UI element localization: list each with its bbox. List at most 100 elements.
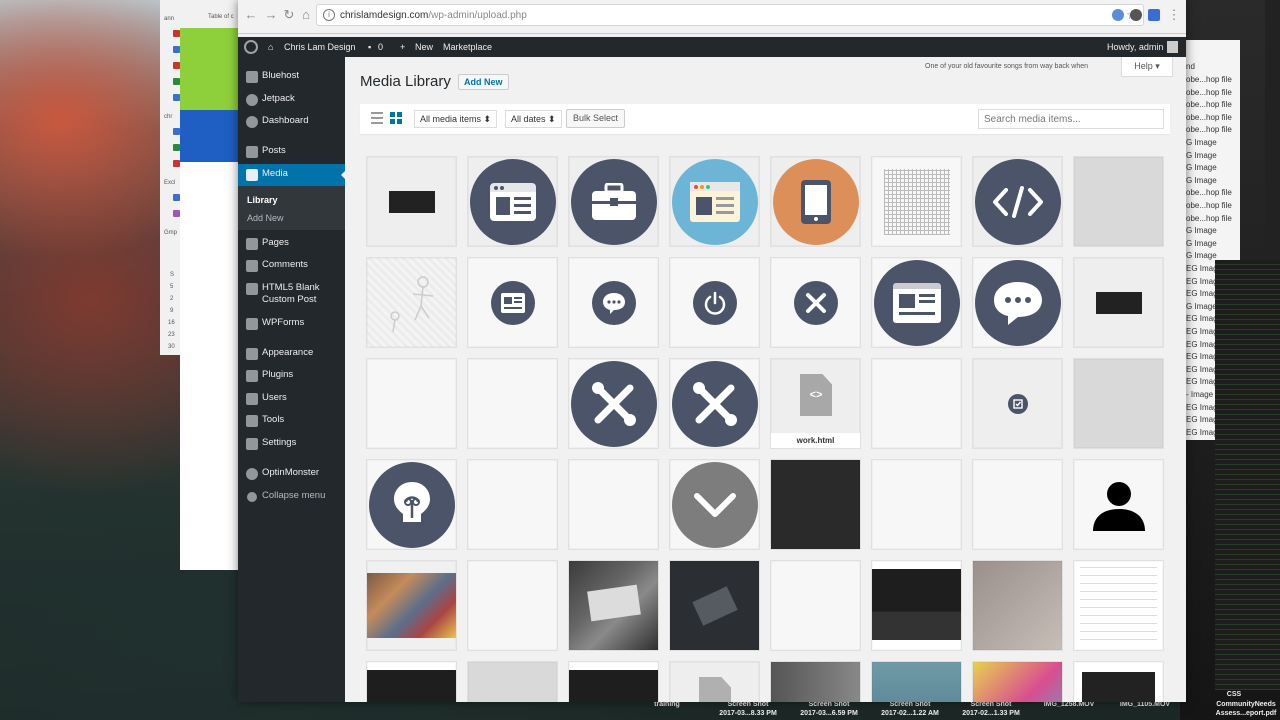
media-thumbnail[interactable] (669, 560, 760, 651)
media-thumbnail[interactable] (1073, 156, 1164, 247)
home-icon[interactable]: ⌂ (299, 8, 313, 22)
media-type-filter[interactable]: All media items ⬍ (414, 110, 498, 128)
media-thumbnail[interactable] (1073, 661, 1164, 702)
sidebar-item-jetpack[interactable]: Jetpack (238, 89, 345, 111)
sidebar-item-plugins[interactable]: Plugins (238, 365, 345, 387)
media-thumbnail[interactable] (669, 156, 760, 247)
desktop-file-label[interactable]: Screen Shot 2017-03...6.59 PM (795, 700, 863, 718)
media-thumbnail[interactable] (366, 358, 457, 449)
media-thumbnail[interactable] (467, 560, 558, 651)
bg-checkbox[interactable] (173, 62, 180, 69)
media-thumbnail[interactable] (568, 358, 659, 449)
media-thumbnail[interactable] (467, 661, 558, 702)
media-thumbnail[interactable] (972, 560, 1063, 651)
media-thumbnail[interactable]: <> work.html (770, 358, 861, 449)
bg-file-list-item[interactable]: obe...hop file (1186, 113, 1232, 122)
desktop-file-label[interactable]: Screen Shot 2017-03...8.33 PM (714, 700, 782, 718)
extension-icon[interactable] (1112, 9, 1124, 21)
address-bar[interactable]: i chrislamdesign.com/wp-admin/upload.php… (316, 4, 1144, 26)
media-thumbnail[interactable] (669, 661, 760, 702)
sidebar-item-pages[interactable]: Pages (238, 233, 345, 255)
desktop-file-label[interactable]: CommunityNeeds Assess...eport.pdf (1212, 700, 1280, 718)
bg-file-list-item[interactable]: G Image (1186, 251, 1217, 260)
bg-checkbox[interactable] (173, 160, 180, 167)
media-thumbnail[interactable] (366, 156, 457, 247)
media-thumbnail[interactable] (972, 459, 1063, 550)
media-thumbnail[interactable] (669, 459, 760, 550)
desktop-file-label[interactable]: Screen Shot 2017-02...1.22 AM (876, 700, 944, 718)
sidebar-item-wpforms[interactable]: WPForms (238, 313, 345, 335)
media-thumbnail[interactable] (770, 156, 861, 247)
bg-file-list-item[interactable]: G Image (1186, 151, 1217, 160)
bg-checkbox[interactable] (173, 128, 180, 135)
site-info-icon[interactable]: i (323, 9, 335, 21)
bg-file-list-item[interactable]: obe...hop file (1186, 88, 1232, 97)
date-filter[interactable]: All dates ⬍ (505, 110, 562, 128)
media-thumbnail[interactable] (1073, 459, 1164, 550)
sidebar-item-bluehost[interactable]: Bluehost (238, 66, 345, 88)
media-thumbnail[interactable] (972, 661, 1063, 702)
desktop-file-label[interactable]: CSS (1214, 690, 1254, 699)
bg-file-list-item[interactable]: obe...hop file (1186, 125, 1232, 134)
collapse-menu-button[interactable]: Collapse menu (238, 486, 345, 508)
comments-count[interactable]: 0 (378, 42, 383, 52)
submenu-add-new[interactable]: Add New (247, 213, 284, 223)
media-thumbnail[interactable] (770, 661, 861, 702)
sidebar-item-media[interactable]: Media (238, 164, 346, 186)
sidebar-item-settings[interactable]: Settings (238, 433, 345, 455)
media-thumbnail[interactable] (972, 358, 1063, 449)
marketplace-link[interactable]: Marketplace (443, 42, 492, 52)
media-thumbnail[interactable] (871, 560, 962, 651)
media-thumbnail[interactable] (467, 156, 558, 247)
forward-icon[interactable]: → (264, 8, 278, 22)
bg-file-list-item[interactable]: obe...hop file (1186, 100, 1232, 109)
bg-file-list-item[interactable]: - Image (1186, 390, 1213, 399)
bg-file-list-item[interactable]: G Image (1186, 163, 1217, 172)
new-content-link[interactable]: New (415, 42, 433, 52)
bg-file-list-item[interactable]: G Image (1186, 302, 1217, 311)
media-thumbnail[interactable] (770, 560, 861, 651)
media-thumbnail[interactable] (568, 257, 659, 348)
media-thumbnail[interactable] (568, 560, 659, 651)
list-view-icon[interactable] (371, 112, 383, 124)
media-thumbnail[interactable] (467, 358, 558, 449)
bg-checkbox[interactable] (173, 94, 180, 101)
more-menu-icon[interactable]: ⋮ (1167, 8, 1181, 22)
media-thumbnail[interactable] (467, 459, 558, 550)
media-thumbnail[interactable] (568, 156, 659, 247)
bg-checkbox[interactable] (173, 78, 180, 85)
media-thumbnail[interactable] (467, 257, 558, 348)
media-thumbnail[interactable] (669, 358, 760, 449)
help-tab-button[interactable]: Help ▾ (1121, 57, 1173, 77)
bg-file-list-item[interactable]: obe...hop file (1186, 75, 1232, 84)
bg-file-list-item[interactable]: G Image (1186, 176, 1217, 185)
media-thumbnail[interactable] (871, 358, 962, 449)
reload-icon[interactable]: ↻ (282, 8, 296, 22)
bulk-select-button[interactable]: Bulk Select (566, 109, 626, 128)
grid-view-icon[interactable] (390, 112, 402, 124)
media-thumbnail[interactable] (1073, 257, 1164, 348)
sidebar-item-appearance[interactable]: Appearance (238, 343, 345, 365)
sidebar-item-optinmonster[interactable]: OptinMonster (238, 463, 345, 485)
bg-file-list-item[interactable]: G Image (1186, 239, 1217, 248)
wordpress-logo-icon[interactable] (244, 40, 258, 54)
bg-checkbox[interactable] (173, 30, 180, 37)
howdy-account-link[interactable]: Howdy, admin (1107, 42, 1163, 52)
media-thumbnail[interactable] (972, 156, 1063, 247)
media-thumbnail[interactable] (366, 661, 457, 702)
media-thumbnail[interactable] (366, 459, 457, 550)
add-new-button[interactable]: Add New (458, 74, 509, 90)
media-thumbnail[interactable] (366, 257, 457, 348)
bg-checkbox[interactable] (173, 194, 180, 201)
submenu-library[interactable]: Library (247, 195, 278, 205)
comments-icon[interactable]: ▪ (368, 42, 371, 52)
back-icon[interactable]: ← (244, 8, 258, 22)
media-thumbnail[interactable] (871, 661, 962, 702)
sidebar-item-dashboard[interactable]: Dashboard (238, 111, 345, 133)
media-thumbnail[interactable] (871, 156, 962, 247)
site-name-link[interactable]: Chris Lam Design (284, 42, 356, 52)
bg-file-list-item[interactable]: G Image (1186, 226, 1217, 235)
bg-file-list-item[interactable]: obe...hop file (1186, 214, 1232, 223)
bg-file-list-item[interactable]: obe...hop file (1186, 201, 1232, 210)
media-thumbnail[interactable] (366, 560, 457, 651)
